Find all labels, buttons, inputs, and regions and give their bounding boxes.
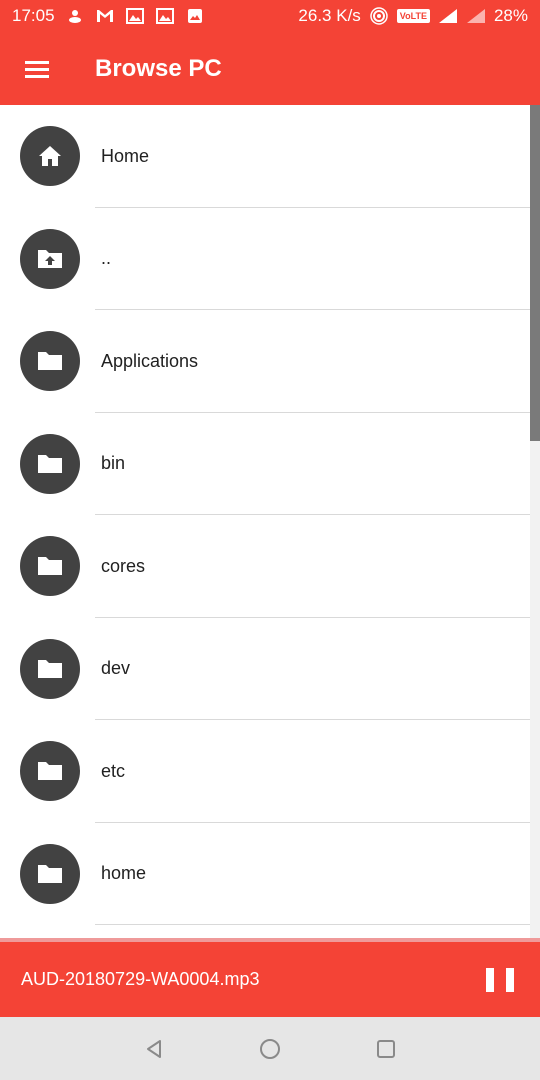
file-list[interactable]: Home .. Applications bin cores dev etc h… — [0, 105, 530, 938]
list-item-cores[interactable]: cores — [0, 515, 530, 618]
hamburger-menu-icon — [25, 60, 49, 78]
back-button[interactable] — [141, 1036, 167, 1062]
hotspot-icon — [369, 7, 389, 25]
pause-icon-bar — [506, 967, 514, 992]
page-title: Browse PC — [95, 54, 222, 82]
list-item-home[interactable]: Home — [0, 105, 530, 208]
signal-icon — [438, 7, 458, 25]
signal-roaming-icon — [466, 7, 486, 25]
gallery-notification-icon-2 — [155, 7, 175, 25]
scrollbar[interactable] — [530, 105, 540, 938]
app-bar: Browse PC — [0, 32, 540, 105]
list-item-applications[interactable]: Applications — [0, 310, 530, 413]
recents-button[interactable] — [373, 1036, 399, 1062]
home-icon — [20, 126, 80, 187]
status-time: 17:05 — [12, 6, 55, 25]
list-item-etc[interactable]: etc — [0, 720, 530, 823]
folder-icon — [20, 638, 80, 699]
pause-icon — [486, 967, 494, 992]
volte-badge: VoLTE — [396, 9, 430, 23]
home-button[interactable] — [257, 1036, 283, 1062]
back-icon — [147, 1039, 161, 1058]
folder-icon — [20, 843, 80, 904]
list-item-home-folder[interactable]: home — [0, 823, 530, 925]
image-icon — [185, 7, 205, 25]
pause-button[interactable] — [486, 966, 514, 994]
network-speed: 26.3 K/s — [298, 6, 361, 25]
folder-icon — [20, 741, 80, 802]
list-item-label: .. — [101, 248, 112, 269]
list-item-parent-folder[interactable]: .. — [0, 208, 530, 310]
gmail-icon — [95, 7, 115, 25]
list-item-label: bin — [101, 453, 126, 474]
list-item-label: cores — [101, 555, 146, 576]
folder-up-icon — [20, 228, 80, 289]
now-playing-bar[interactable]: AUD-20180729-WA0004.mp3 — [0, 938, 540, 1017]
list-item-label: etc — [101, 760, 126, 781]
list-item-label: Home — [101, 145, 150, 166]
notification-app-icon — [65, 7, 85, 25]
folder-icon — [20, 433, 80, 494]
menu-button[interactable] — [20, 52, 54, 86]
battery-level: 28% — [493, 6, 528, 25]
list-item-label: home — [101, 863, 147, 884]
folder-icon — [20, 331, 80, 392]
divider — [95, 924, 530, 925]
list-item-label: dev — [101, 658, 131, 679]
scrollbar-thumb[interactable] — [530, 105, 540, 441]
list-item-label: Applications — [101, 350, 199, 371]
home-circle-icon — [260, 1038, 280, 1059]
gallery-notification-icon — [125, 7, 145, 25]
list-item-bin[interactable]: bin — [0, 413, 530, 515]
system-nav-bar — [0, 1017, 540, 1080]
track-name: AUD-20180729-WA0004.mp3 — [21, 969, 260, 989]
status-bar: 17:05 26.3 K/s VoLTE 28% — [0, 0, 540, 32]
recents-icon — [377, 1039, 395, 1058]
folder-icon — [20, 536, 80, 597]
list-item-dev[interactable]: dev — [0, 618, 530, 720]
